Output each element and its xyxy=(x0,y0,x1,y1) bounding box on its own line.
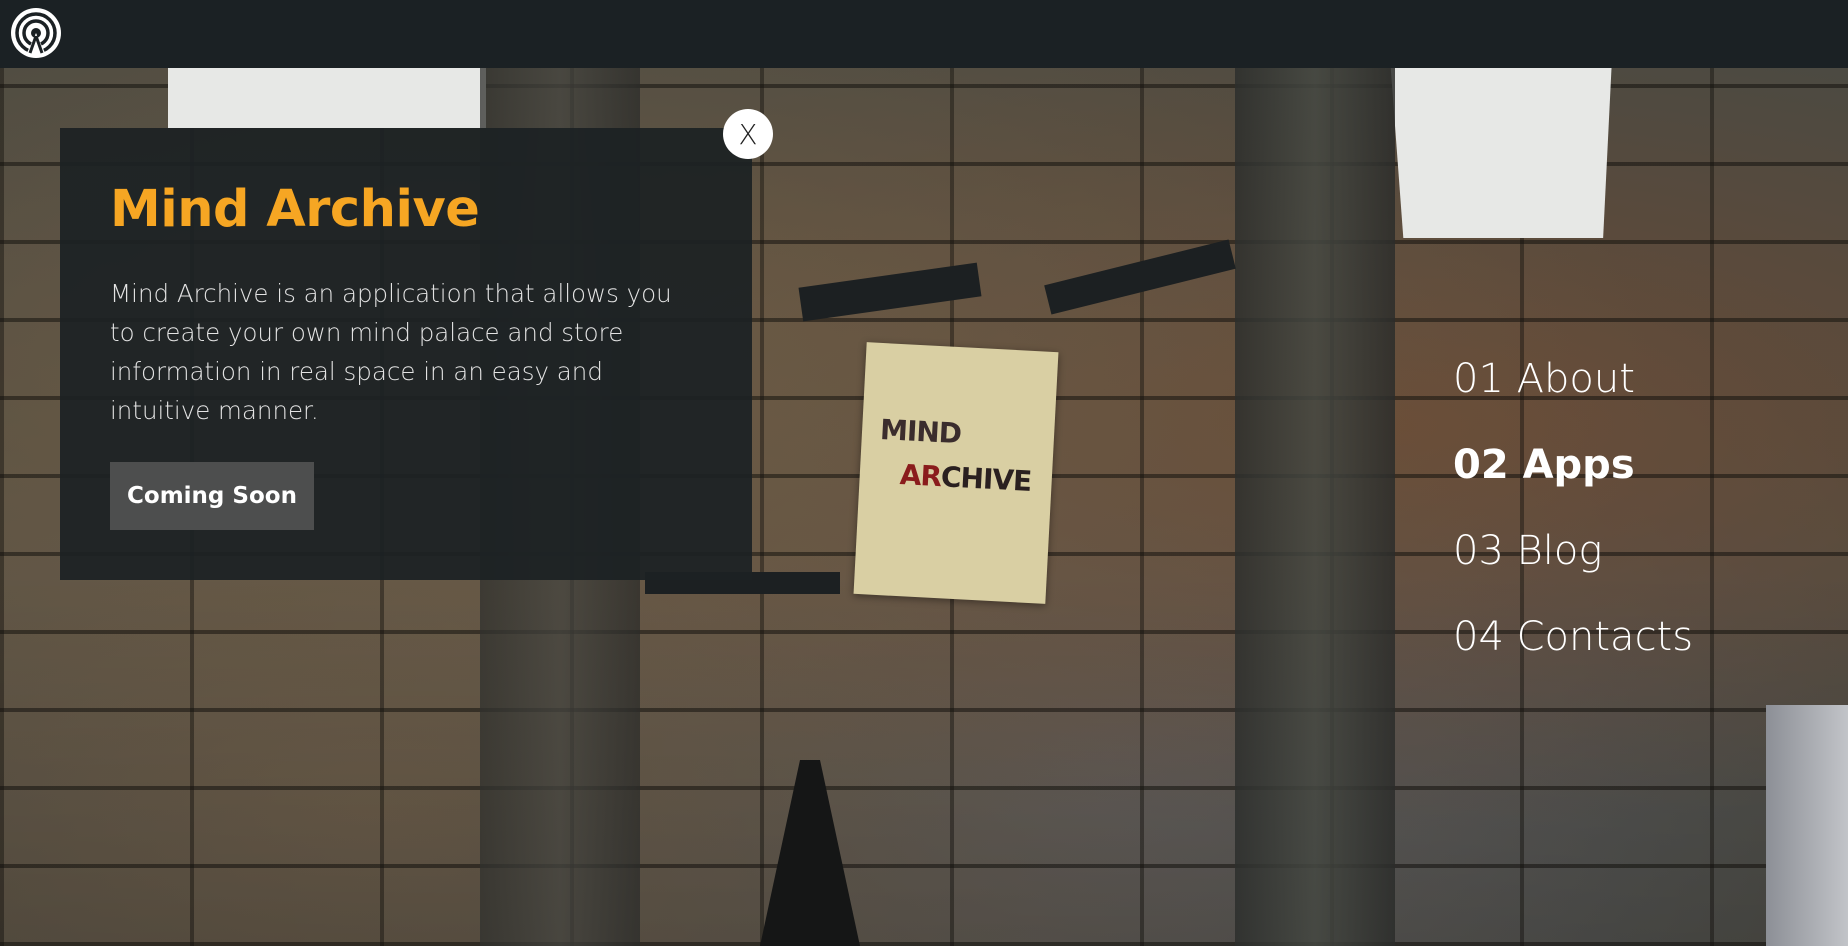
mind-archive-poster[interactable]: MIND ARCHIVE xyxy=(853,342,1059,604)
panel-title: Mind Archive xyxy=(110,180,480,239)
coming-soon-button[interactable]: Coming Soon xyxy=(110,462,314,530)
nav-item-apps[interactable]: 02 Apps xyxy=(1453,436,1693,522)
sky-opening-left xyxy=(168,58,486,128)
crate xyxy=(1766,705,1848,946)
nav-item-contacts[interactable]: 04 Contacts xyxy=(1453,608,1693,694)
poster-line-2: ARCHIVE xyxy=(899,458,1032,498)
sky-opening-right xyxy=(1390,58,1612,238)
stone-pillar-right xyxy=(1235,60,1395,946)
nav-item-about[interactable]: 01 About xyxy=(1453,350,1693,436)
poster-line-2-rest: CHIVE xyxy=(940,460,1032,498)
poster-line-2-accent: AR xyxy=(898,458,942,494)
poster-line-1: MIND xyxy=(879,412,962,451)
top-bar xyxy=(0,0,1848,68)
panel-description: Mind Archive is an application that allo… xyxy=(110,279,672,425)
close-button[interactable]: X xyxy=(723,109,773,159)
main-nav: 01 About 02 Apps 03 Blog 04 Contacts xyxy=(1453,350,1693,694)
close-icon: X xyxy=(738,117,758,151)
radar-broadcast-icon[interactable] xyxy=(10,7,62,59)
nav-item-blog[interactable]: 03 Blog xyxy=(1453,522,1693,608)
app-info-panel: Mind Archive Mind Archive is an applicat… xyxy=(60,128,752,580)
